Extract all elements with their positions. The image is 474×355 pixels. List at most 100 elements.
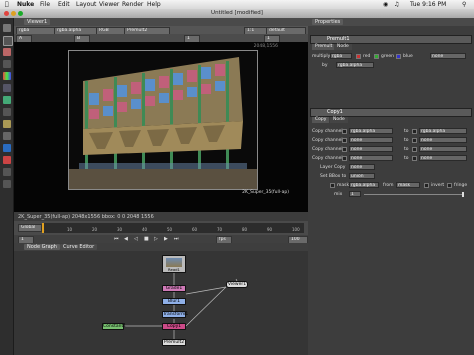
tab-premult-node[interactable]: Node [334, 44, 352, 50]
last-frame-icon[interactable]: ⏭ [174, 236, 179, 242]
blue-checkbox[interactable] [396, 54, 401, 59]
transform-tool-icon[interactable] [3, 120, 11, 128]
apple-icon[interactable]:  [5, 1, 9, 8]
color-tool-icon[interactable] [3, 72, 11, 80]
multiply-dropdown[interactable]: rgba [330, 53, 352, 59]
copy-channel-checkbox[interactable] [342, 147, 347, 152]
clock[interactable]: Tue 9:16 PM [410, 1, 446, 8]
mix-slider-handle[interactable] [462, 192, 464, 197]
copy-to-dropdown[interactable]: rgba.alpha [419, 128, 467, 134]
invert-checkbox[interactable] [424, 183, 429, 188]
node-graph[interactable]: Read1 Grade1 Blur1 Transform1 Copy1 Prem… [14, 251, 308, 355]
copy-from-dropdown[interactable]: none [349, 155, 393, 161]
furnace-tool-icon[interactable] [3, 180, 11, 188]
menu-file[interactable]: File [40, 1, 50, 8]
play-icon[interactable]: ▷ [154, 236, 158, 242]
layer-copy-dropdown[interactable]: none [349, 164, 375, 170]
mask-dropdown[interactable]: rgba.alpha [349, 182, 379, 188]
tab-properties[interactable]: Properties [312, 19, 344, 25]
menu-help[interactable]: Help [147, 1, 161, 8]
first-frame-icon[interactable]: ⏮ [114, 236, 119, 242]
tab-premult[interactable]: Premult [312, 44, 336, 50]
copy-from-dropdown[interactable]: rgba.alpha [349, 128, 393, 134]
menu-layout[interactable]: Layout [76, 1, 96, 8]
filter-tool-icon[interactable] [3, 84, 11, 92]
prev-frame-icon[interactable]: ◀ [124, 236, 128, 242]
mix-field[interactable]: 1 [349, 191, 361, 197]
copy-to-checkbox[interactable] [412, 129, 417, 134]
image-tool-icon[interactable] [3, 24, 11, 32]
window-titlebar: Untitled [modified] [0, 9, 474, 18]
transform-node[interactable]: Transform1 [162, 311, 188, 318]
menu-viewer[interactable]: Viewer [99, 1, 119, 8]
read-node[interactable]: Read1 [162, 255, 186, 273]
keyer-tool-icon[interactable] [3, 96, 11, 104]
time-tool-icon[interactable] [3, 48, 11, 56]
copy-to-checkbox[interactable] [412, 138, 417, 143]
draw-tool-icon[interactable] [3, 36, 13, 46]
mix-slider[interactable] [364, 192, 464, 197]
premult-panel-name: Premult1 [327, 36, 350, 42]
mask-from-dropdown[interactable]: mask [396, 182, 420, 188]
premult-node[interactable]: Premult2 [162, 339, 186, 346]
spotlight-icon[interactable]: ⚲ [462, 1, 466, 8]
copy-channel-label: Copy channel [312, 138, 343, 143]
3d-tool-icon[interactable] [3, 132, 11, 140]
timeline[interactable]: Global 1102030405060708090100 [14, 221, 308, 235]
multiply-row: multiply rgba red green blue none [312, 53, 470, 60]
menu-render[interactable]: Render [122, 1, 143, 8]
copy-node[interactable]: Copy1 [162, 323, 186, 330]
by-dropdown[interactable]: rgba.alpha [336, 62, 374, 68]
menu-app-name[interactable]: Nuke [17, 1, 34, 8]
copy-channel-label: Copy channel [312, 129, 343, 134]
copy-to-checkbox[interactable] [412, 147, 417, 152]
tab-node-graph[interactable]: Node Graph [24, 244, 60, 250]
global-dropdown[interactable]: Global [18, 224, 42, 232]
copy-to-dropdown[interactable]: none [419, 146, 467, 152]
left-toolbar [0, 18, 14, 355]
fringe-checkbox[interactable] [447, 183, 452, 188]
views-tool-icon[interactable] [3, 144, 11, 152]
tab-copy-node[interactable]: Node [330, 117, 348, 123]
timeline-ruler[interactable]: 1102030405060708090100 [42, 223, 304, 233]
premult-panel-header[interactable]: Premult1 [310, 35, 472, 44]
tab-viewer[interactable]: Viewer1 [24, 19, 51, 25]
metadata-tool-icon[interactable] [3, 156, 11, 164]
by-row: by rgba.alpha [312, 62, 470, 69]
wifi-icon[interactable]: ◉ [383, 1, 388, 8]
other-tool-icon[interactable] [3, 168, 11, 176]
mask-checkbox[interactable] [330, 183, 335, 188]
copy-to-dropdown[interactable]: none [419, 137, 467, 143]
copy-channel-checkbox[interactable] [342, 129, 347, 134]
copy-channel-checkbox[interactable] [342, 138, 347, 143]
volume-icon[interactable]: ♫ [394, 1, 399, 8]
constant-node[interactable]: Constant1 [102, 323, 126, 330]
transport-buttons: ⏮ ◀ ◁ ■ ▷ ▶ ⏭ [114, 236, 194, 242]
merge-tool-icon[interactable] [3, 108, 11, 116]
green-checkbox[interactable] [374, 54, 379, 59]
red-checkbox[interactable] [356, 54, 361, 59]
channel-tool-icon[interactable] [3, 60, 11, 68]
multiply-label: multiply [312, 54, 331, 59]
menu-edit[interactable]: Edit [58, 1, 70, 8]
copy-from-dropdown[interactable]: none [349, 146, 393, 152]
play-back-icon[interactable]: ◁ [134, 236, 138, 242]
copy-to-dropdown[interactable]: none [419, 155, 467, 161]
red-label: red [363, 54, 371, 59]
grade-node[interactable]: Grade1 [162, 285, 186, 292]
blur-node[interactable]: Blur1 [162, 298, 186, 305]
copy-from-dropdown[interactable]: none [349, 137, 393, 143]
copy-to-checkbox[interactable] [412, 156, 417, 161]
stop-icon[interactable]: ■ [144, 236, 149, 242]
multiply-extra-dropdown[interactable]: none [430, 53, 466, 59]
next-frame-icon[interactable]: ▶ [164, 236, 168, 242]
tab-copy[interactable]: Copy [312, 117, 330, 123]
set-bbox-dropdown[interactable]: union [349, 173, 375, 179]
playhead[interactable] [42, 223, 44, 233]
copy-panel-header[interactable]: Copy1 [310, 108, 472, 117]
timeline-tick: 70 [217, 227, 223, 232]
tab-curve-editor[interactable]: Curve Editor [60, 244, 98, 250]
viewer-node[interactable]: Viewer1 [226, 281, 248, 288]
copy-channel-checkbox[interactable] [342, 156, 347, 161]
viewer-controls-secondary: A B 1 1 [14, 34, 308, 43]
